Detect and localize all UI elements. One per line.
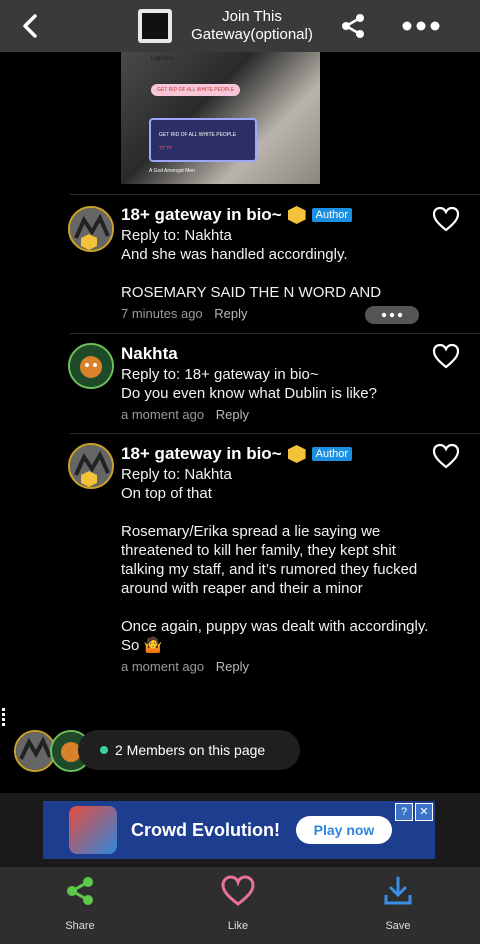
- comment-item: 18+ gateway in bio~ Author Reply to: Nak…: [68, 204, 480, 330]
- comment-time: 7 minutes ago: [121, 306, 203, 321]
- side-handle[interactable]: [2, 708, 6, 728]
- heart-icon[interactable]: [432, 206, 460, 232]
- download-icon: [384, 876, 412, 905]
- page-title: Join This Gateway(optional): [191, 8, 313, 43]
- heart-icon: [221, 875, 255, 906]
- comment-item: 18+ gateway in bio~ Author Reply to: Nak…: [68, 443, 480, 703]
- top-bar: Join This Gateway(optional): [0, 0, 480, 52]
- comment-text: On top of that Rosemary/Erika spread a l…: [121, 485, 429, 654]
- post-image[interactable]: Lightskin GET RID OF ALL WHITE PEOPLE GE…: [121, 52, 320, 184]
- share-button[interactable]: [336, 9, 370, 43]
- chevron-left-icon: [23, 14, 37, 38]
- online-dot-icon: [100, 746, 108, 754]
- heart-icon[interactable]: [432, 443, 460, 469]
- comment-text: And she was handled accordingly. ROSEMAR…: [121, 246, 382, 301]
- reply-to: Reply to: Nakhta: [121, 466, 232, 483]
- bottom-bar: Share Like Save: [0, 867, 480, 944]
- author-tag: Author: [311, 208, 353, 222]
- author-tag: Author: [311, 447, 353, 461]
- like-action[interactable]: Like: [198, 875, 278, 932]
- ad-info-icon[interactable]: ?: [395, 803, 413, 821]
- ad-title: Crowd Evolution!: [131, 819, 280, 840]
- more-dots-icon: [381, 312, 403, 318]
- ad-close-icon[interactable]: ✕: [415, 803, 433, 821]
- chat-thumbnail[interactable]: [138, 9, 172, 43]
- share-icon: [67, 877, 93, 905]
- gem-icon: [287, 206, 306, 224]
- more-dots-icon: [402, 21, 440, 31]
- avatar[interactable]: [68, 343, 114, 389]
- ad-banner[interactable]: Crowd Evolution! Play now ? ✕: [43, 801, 435, 859]
- divider: [70, 194, 480, 195]
- more-button[interactable]: [398, 9, 444, 43]
- divider: [70, 333, 480, 334]
- divider: [70, 433, 480, 434]
- play-now-button[interactable]: Play now: [295, 816, 392, 844]
- save-action[interactable]: Save: [358, 875, 438, 932]
- comment-text: Do you even know what Dublin is like?: [121, 385, 377, 402]
- gem-icon: [287, 445, 306, 463]
- share-action[interactable]: Share: [40, 875, 120, 932]
- reply-to: Reply to: Nakhta: [121, 227, 232, 244]
- comment-time: a moment ago: [121, 407, 205, 422]
- reply-button[interactable]: Reply: [216, 659, 249, 674]
- comment-item: Nakhta Reply to: 18+ gateway in bio~ Do …: [68, 343, 480, 431]
- quoted-message-box: GET RID OF ALL WHITE PEOPLE ?? ??: [149, 118, 257, 162]
- more-options-button[interactable]: [365, 306, 419, 324]
- comment-author[interactable]: Nakhta: [121, 344, 178, 364]
- reply-to: Reply to: 18+ gateway in bio~: [121, 366, 319, 383]
- ad-area: Crowd Evolution! Play now ? ✕: [0, 793, 480, 867]
- game-icon: [69, 806, 117, 854]
- comment-author[interactable]: 18+ gateway in bio~: [121, 444, 282, 464]
- members-on-page[interactable]: 2 Members on this page: [14, 730, 300, 772]
- reply-button[interactable]: Reply: [214, 306, 247, 321]
- comment-author[interactable]: 18+ gateway in bio~: [121, 205, 282, 225]
- members-pill[interactable]: 2 Members on this page: [78, 730, 300, 770]
- members-count: 2 Members on this page: [115, 742, 266, 758]
- reply-button[interactable]: Reply: [216, 407, 249, 422]
- share-icon: [342, 14, 364, 38]
- back-button[interactable]: [0, 0, 60, 52]
- heart-icon[interactable]: [432, 343, 460, 369]
- comment-time: a moment ago: [121, 659, 205, 674]
